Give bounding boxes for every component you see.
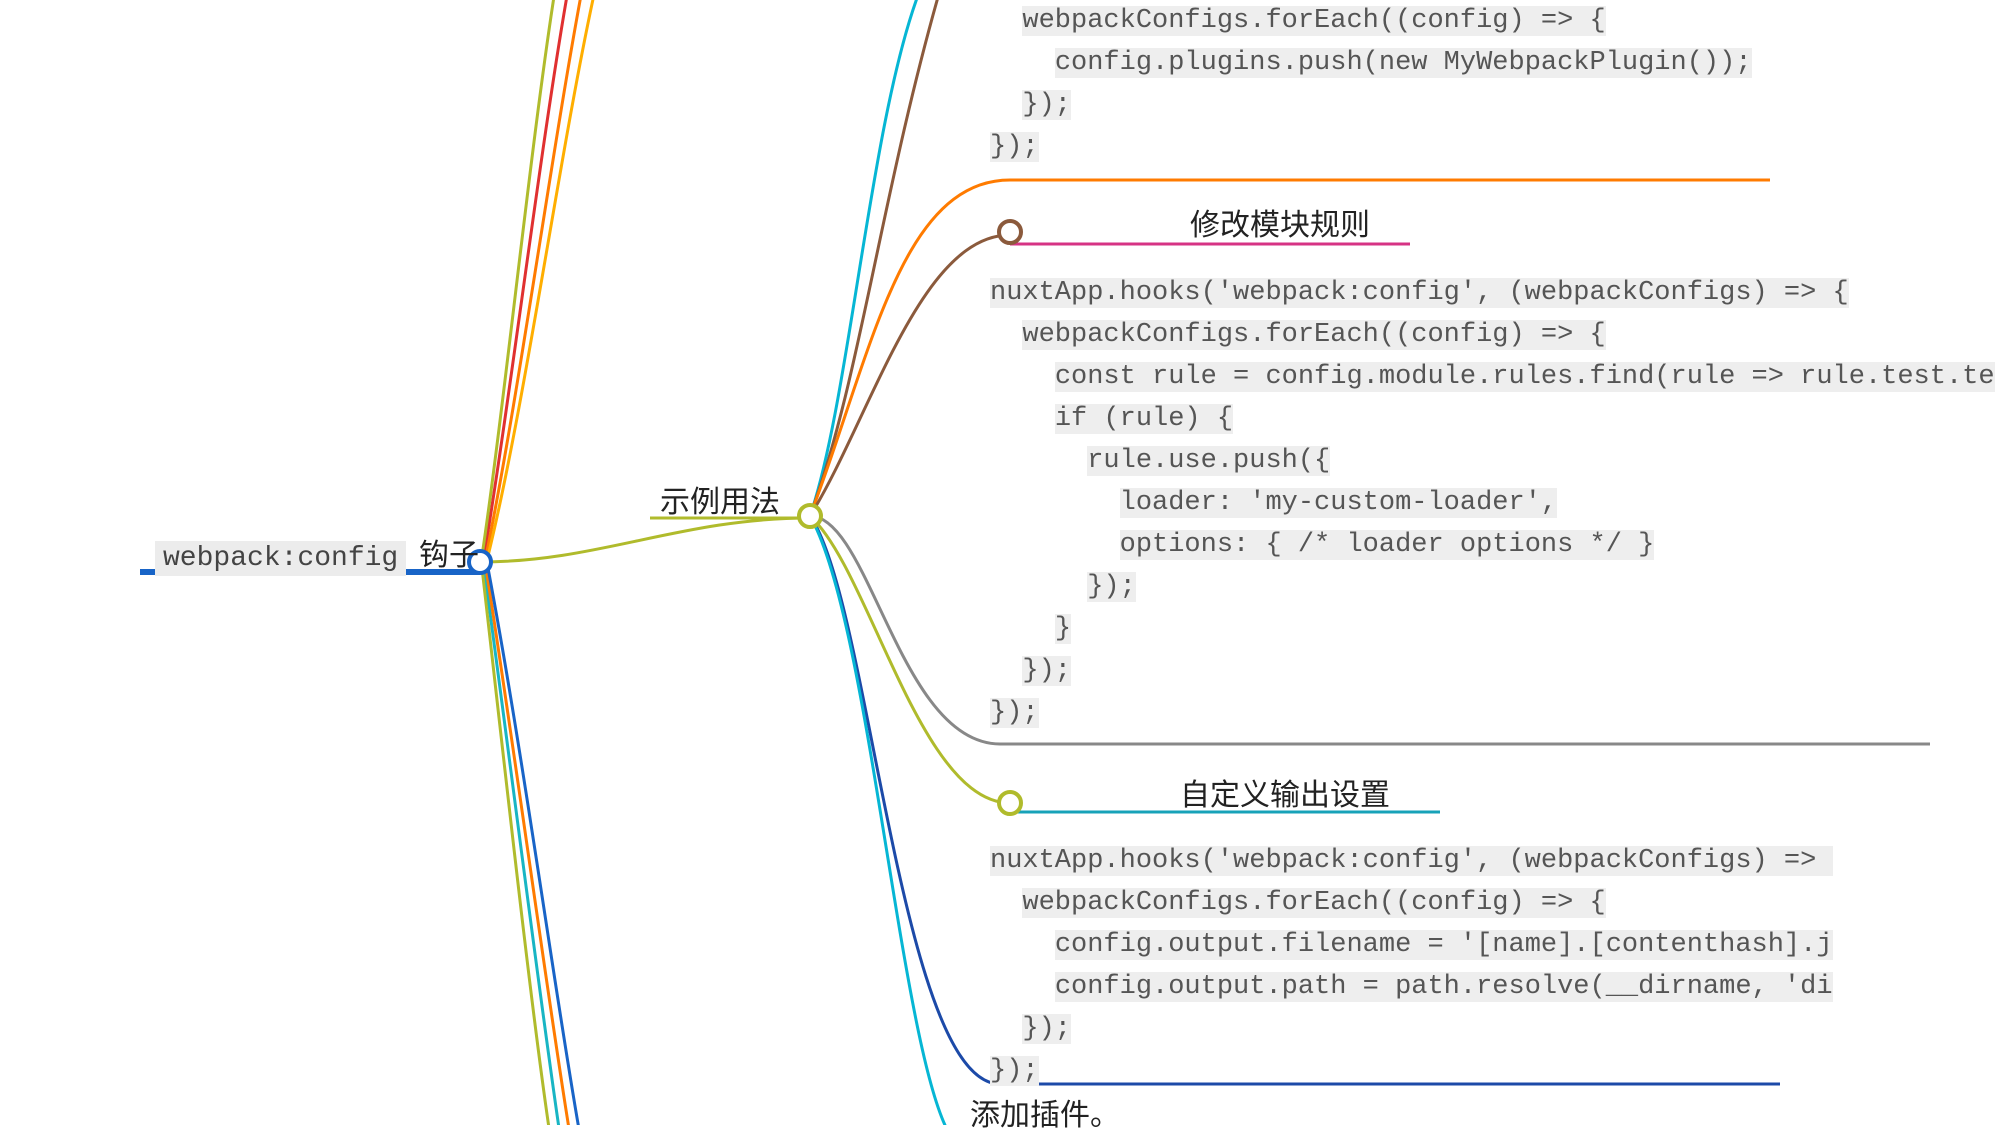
branch-title-add-plugin[interactable]: 添加插件。: [970, 1090, 1120, 1134]
branch-title-modify-rules[interactable]: 修改模块规则: [1190, 200, 1370, 244]
root-tag: webpack:config: [155, 541, 406, 576]
mid-label-text: 示例用法: [660, 477, 780, 521]
root-label-text: 钩子: [419, 530, 479, 574]
code-block-modify-rules: nuxtApp.hooks('webpack:config', (webpack…: [990, 272, 1995, 734]
root-node[interactable]: webpack:config 钩子: [155, 530, 479, 576]
mid-node[interactable]: 示例用法: [660, 477, 780, 521]
code-block-output-settings: nuxtApp.hooks('webpack:config', (webpack…: [990, 840, 1833, 1092]
code-block-top: webpackConfigs.forEach((config) => { con…: [990, 0, 1752, 168]
branch-title-output-settings[interactable]: 自定义输出设置: [1180, 770, 1390, 814]
